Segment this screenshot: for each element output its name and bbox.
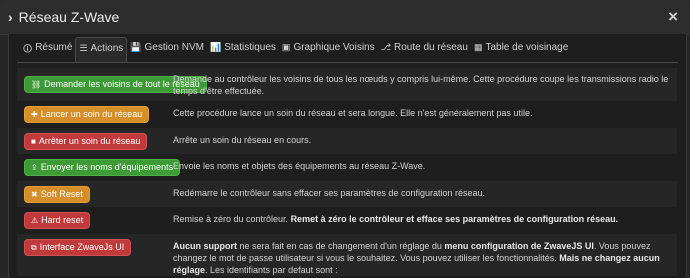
list-icon: ☰ <box>79 43 88 53</box>
description-text: Envoie les noms et objets des équipement… <box>173 161 426 171</box>
description-text: Redémarre le contrôleur sans effacer ses… <box>173 188 485 198</box>
description-text: Cette procédure lance un soin du réseau … <box>173 108 533 118</box>
table-icon: ▦ <box>473 42 483 52</box>
tab-label: Route du réseau <box>393 42 468 53</box>
action-button-interface-zwavejs-ui[interactable]: ⧉ Interface ZwaveJs UI <box>24 239 132 256</box>
action-description: Arrête un soin du réseau en cours. <box>173 134 673 146</box>
zwave-network-window: › Réseau Z-Wave × 🛈 Résumé ☰ Actions 💾 Gestio… <box>0 0 690 278</box>
action-row: ⧉ Interface ZwaveJs UI Aucun support ne se… <box>17 234 677 276</box>
action-button-label: Hard reset <box>41 215 84 225</box>
tab-divider <box>17 62 678 63</box>
tab-route-du-réseau[interactable]: ⎇ Route du réseau <box>378 37 471 61</box>
description-emphasis: Aucun support <box>173 241 237 251</box>
action-button-arr-ter-un-soin-du-r-seau[interactable]: ■ Arrêter un soin du réseau <box>24 133 148 150</box>
description-emphasis: menu configuration de ZwaveJS UI <box>444 241 594 251</box>
tab-statistiques[interactable]: 📊 Statistiques <box>207 37 279 61</box>
tab-label: Gestion NVM <box>144 42 204 53</box>
warning-icon: ⚠ <box>31 216 39 225</box>
tab-label: Graphique Voisins <box>293 42 375 53</box>
description-text: Remise à zéro du contrôleur. <box>173 214 291 224</box>
action-row: ⚠ Hard reset Remise à zéro du contrôleur. … <box>17 207 677 234</box>
stop-icon: ■ <box>31 137 36 146</box>
action-description: Envoie les noms et objets des équipement… <box>173 160 673 172</box>
action-row: ⇪ Envoyer les noms d'équipements Envoie le… <box>17 154 677 181</box>
tab-label: Actions <box>90 43 124 54</box>
image-icon: ▣ <box>281 42 291 52</box>
close-icon[interactable]: × <box>668 7 678 27</box>
action-row: ✖ Soft Reset Redémarre le contrôleur sans … <box>17 181 677 207</box>
description-emphasis: Remet à zéro le contrôleur et efface ses… <box>290 214 619 224</box>
sitemap-icon: ⎇ <box>380 42 391 52</box>
medkit-icon: ✚ <box>31 110 38 119</box>
action-button-hard-reset[interactable]: ⚠ Hard reset <box>24 212 91 229</box>
tab-graphique-voisins[interactable]: ▣ Graphique Voisins <box>279 37 378 61</box>
upload-icon: ⇪ <box>31 163 38 172</box>
action-button-label: Envoyer les noms d'équipements <box>40 162 173 172</box>
external-link-icon: ⧉ <box>31 243 37 252</box>
action-description: Demande au contrôleur les voisins de tou… <box>173 73 673 97</box>
action-row: ■ Arrêter un soin du réseau Arrête un soin… <box>17 128 677 154</box>
description-text: ne sera fait en cas de changement d'un r… <box>237 241 445 251</box>
tab-label: Table de voisinage <box>485 42 569 53</box>
window-title: Réseau Z-Wave <box>18 9 120 25</box>
info-icon: 🛈 <box>23 44 33 54</box>
tab-bar: 🛈 Résumé ☰ Actions 💾 Gestion NVM 📊 Statistiques… <box>20 37 571 62</box>
save-icon: 💾 <box>130 42 142 52</box>
tab-label: Statistiques <box>224 42 276 53</box>
action-button-soft-reset[interactable]: ✖ Soft Reset <box>24 186 90 203</box>
tab-table-de-voisinage[interactable]: ▦ Table de voisinage <box>471 37 571 61</box>
action-description: Aucun support ne sera fait en cas de cha… <box>173 240 673 278</box>
action-row: ✚ Lancer un soin du réseau Cette procédure… <box>17 101 677 128</box>
collapse-chevron-icon[interactable]: › <box>8 9 13 25</box>
description-text: Arrête un soin du réseau en cours. <box>173 135 312 145</box>
window-body: 🛈 Résumé ☰ Actions 💾 Gestion NVM 📊 Statistiques… <box>8 34 687 278</box>
action-button-label: Lancer un soin du réseau <box>40 109 143 119</box>
network-icon: ⛓ <box>31 80 42 89</box>
action-button-label: Arrêter un soin du réseau <box>38 136 141 146</box>
action-description: Redémarre le contrôleur sans effacer ses… <box>173 187 673 199</box>
chart-icon: 📊 <box>210 42 222 52</box>
action-button-envoyer-les-noms-d-quipements[interactable]: ⇪ Envoyer les noms d'équipements <box>24 159 180 176</box>
tools-icon: ✖ <box>31 190 38 199</box>
description-text: . Les identifiants par defaut sont : <box>205 265 338 275</box>
tab-label: Résumé <box>35 42 73 53</box>
action-button-label: Interface ZwaveJs UI <box>39 242 125 252</box>
action-button-lancer-un-soin-du-r-seau[interactable]: ✚ Lancer un soin du réseau <box>24 106 150 123</box>
action-row: ⛓ Demander les voisins de tout le réseau D… <box>17 68 677 101</box>
tab-résumé[interactable]: 🛈 Résumé <box>20 37 75 61</box>
tab-gestion-nvm[interactable]: 💾 Gestion NVM <box>127 37 207 61</box>
action-button-label: Soft Reset <box>40 189 83 199</box>
description-text: Demande au contrôleur les voisins de tou… <box>173 74 669 96</box>
tab-actions[interactable]: ☰ Actions <box>75 37 128 62</box>
window-titlebar[interactable]: › Réseau Z-Wave × <box>0 0 690 35</box>
action-description: Cette procédure lance un soin du réseau … <box>173 107 673 119</box>
action-description: Remise à zéro du contrôleur. Remet à zér… <box>173 213 673 225</box>
